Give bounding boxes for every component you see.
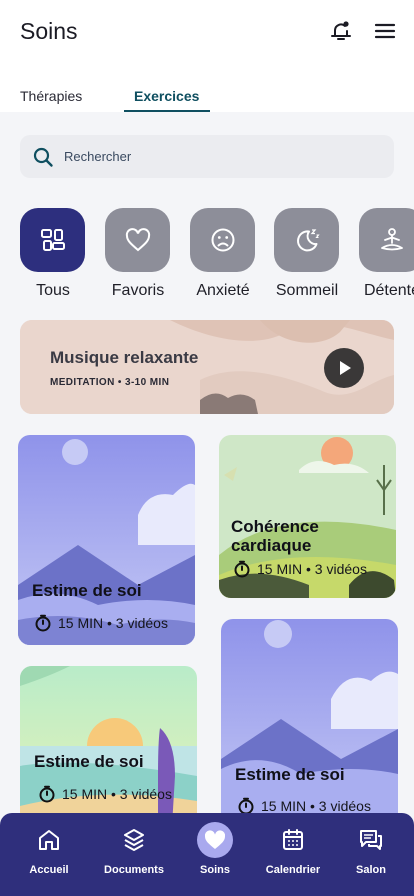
grid-shapes-icon <box>40 229 65 251</box>
active-tab-indicator <box>124 110 210 112</box>
home-icon <box>39 830 59 850</box>
search-icon <box>33 147 53 167</box>
card-meta-text: 15 MIN • 3 vidéos <box>58 615 168 631</box>
category-favoris-button[interactable] <box>105 208 170 272</box>
timer-icon <box>39 785 55 803</box>
category-favoris[interactable]: Favoris <box>105 208 171 299</box>
category-label: Anxieté <box>196 282 250 299</box>
featured-session-card[interactable]: Musique relaxante MEDITATION • 3-10 MIN <box>20 320 394 414</box>
category-label: Favoris <box>111 282 165 299</box>
category-label: Détente <box>363 282 414 299</box>
nav-calendrier[interactable]: Calendrier <box>252 813 334 896</box>
layers-icon <box>124 829 144 851</box>
exercise-card[interactable]: Cohérence cardiaque 15 MIN • 3 vidéos <box>219 435 396 598</box>
nav-label: Calendrier <box>265 864 321 876</box>
category-label: Tous <box>36 282 70 299</box>
search-input[interactable] <box>64 135 374 178</box>
heart-icon <box>204 830 226 849</box>
bottom-navigation: Accueil Documents Soins Calendrier Salon <box>0 813 414 896</box>
timer-icon <box>35 614 51 632</box>
featured-title: Musique relaxante <box>50 348 199 367</box>
exercise-card[interactable]: Estime de soi 15 MIN • 3 vidéos <box>18 435 195 645</box>
card-meta: 15 MIN • 3 vidéos <box>34 614 168 632</box>
search-bar <box>20 135 394 178</box>
nav-label: Soins <box>200 864 230 876</box>
sad-face-icon <box>211 228 234 252</box>
moon-icon <box>296 229 320 252</box>
nav-label: Accueil <box>29 864 69 876</box>
heart-icon <box>125 228 150 252</box>
card-meta: 15 MIN • 3 vidéos <box>233 560 367 578</box>
tab-exercices[interactable]: Exercices <box>134 88 199 104</box>
card-title: Cohérence cardiaque <box>231 517 319 555</box>
featured-subtitle: MEDITATION • 3-10 MIN <box>50 377 170 388</box>
calendar-icon <box>283 829 303 850</box>
nav-label: Salon <box>356 864 386 876</box>
card-title: Estime de soi <box>34 752 144 771</box>
card-meta-text: 15 MIN • 3 vidéos <box>261 798 371 814</box>
category-anxiete[interactable]: Anxieté <box>190 208 256 299</box>
nav-soins[interactable]: Soins <box>174 813 256 896</box>
page-title: Soins <box>20 18 78 44</box>
tab-bar: Thérapies Exercices <box>0 88 414 112</box>
bell-icon[interactable] <box>328 18 354 44</box>
category-detente[interactable]: Détente <box>359 208 414 299</box>
exercise-card[interactable]: Estime de soi 15 MIN • 3 vidéos <box>221 619 398 829</box>
category-tous[interactable]: Tous <box>20 208 86 299</box>
play-icon <box>340 361 351 375</box>
top-bar: Soins Thérapies Exercices <box>0 0 414 112</box>
category-anxiete-button[interactable] <box>190 208 255 272</box>
nav-accueil[interactable]: Accueil <box>8 813 90 896</box>
category-sommeil[interactable]: Sommeil <box>274 208 340 299</box>
card-meta-text: 15 MIN • 3 vidéos <box>62 786 172 802</box>
card-meta-text: 15 MIN • 3 vidéos <box>257 561 367 577</box>
category-detente-button[interactable] <box>359 208 414 272</box>
category-tous-button[interactable] <box>20 208 85 272</box>
exercise-card[interactable]: Estime de soi 15 MIN • 3 vidéos <box>20 666 197 826</box>
category-list: Tous Favoris Anxieté Sommeil Détent <box>0 208 414 304</box>
nav-documents[interactable]: Documents <box>93 813 175 896</box>
meditation-icon <box>380 228 403 251</box>
chat-icon <box>360 830 382 850</box>
card-title: Estime de soi <box>235 765 345 784</box>
timer-icon <box>234 560 250 578</box>
tab-therapies[interactable]: Thérapies <box>20 88 82 104</box>
category-label: Sommeil <box>275 282 339 299</box>
card-meta: 15 MIN • 3 vidéos <box>38 785 172 803</box>
nav-salon[interactable]: Salon <box>330 813 412 896</box>
nav-label: Documents <box>104 864 164 876</box>
card-title: Estime de soi <box>32 581 142 600</box>
play-button[interactable] <box>324 348 364 388</box>
category-sommeil-button[interactable] <box>274 208 339 272</box>
menu-icon[interactable] <box>372 18 398 44</box>
